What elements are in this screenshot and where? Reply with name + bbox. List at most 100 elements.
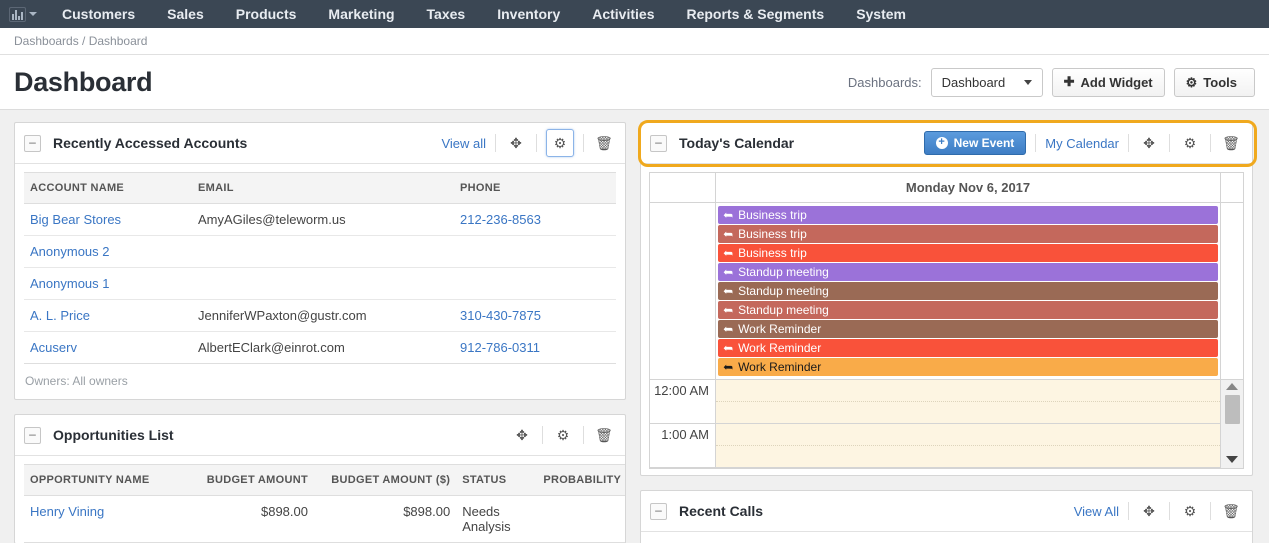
phone-link[interactable]: 212-236-8563 [460, 212, 541, 227]
account-link[interactable]: A. L. Price [30, 308, 90, 323]
trash-icon[interactable]: 🗑 [593, 132, 615, 154]
move-arrows-icon[interactable]: ✥ [1138, 500, 1160, 522]
divider [583, 426, 584, 444]
reply-arrow-icon: ➦ [723, 322, 734, 336]
chevron-down-icon [29, 12, 37, 16]
reply-arrow-icon: ➦ [723, 360, 734, 374]
calendar-event[interactable]: ➦ Business trip [718, 244, 1218, 262]
gear-icon[interactable]: ⚙ [1179, 500, 1201, 522]
trash-icon[interactable]: 🗑 [1220, 132, 1242, 154]
calendar-event[interactable]: ➦ Standup meeting [718, 301, 1218, 319]
widget-header: – Opportunities List ✥ ⚙ 🗑 [15, 415, 625, 456]
breadcrumb-text: Dashboards / Dashboard [14, 34, 148, 48]
calendar-right-gutter [1220, 203, 1243, 379]
nav-item-activities[interactable]: Activities [576, 0, 670, 28]
collapse-toggle[interactable]: – [24, 134, 41, 152]
calendar-event[interactable]: ➦ Work Reminder [718, 320, 1218, 338]
calendar-date-row: Monday Nov 6, 2017 [650, 173, 1243, 203]
scrollbar-thumb[interactable] [1224, 395, 1240, 424]
view-all-link[interactable]: View all [441, 136, 486, 151]
divider [495, 134, 496, 152]
move-arrows-icon[interactable]: ✥ [505, 132, 527, 154]
calendar-slot[interactable] [716, 424, 1220, 468]
calendar-date-header: Monday Nov 6, 2017 [716, 173, 1220, 202]
widget-title: Opportunities List [53, 427, 174, 443]
column-header-phone[interactable]: PHONE [454, 172, 616, 204]
column-header-account-name[interactable]: ACCOUNT NAME [24, 172, 192, 204]
cell-phone: 212-236-8563 [454, 203, 616, 236]
nav-item-reports-segments[interactable]: Reports & Segments [670, 0, 840, 28]
column-header-email[interactable]: EMAIL [192, 172, 454, 204]
app-logo-menu[interactable] [0, 0, 46, 28]
cell-email: AlbertEClark@einrot.com [192, 331, 454, 364]
collapse-toggle[interactable]: – [24, 426, 41, 444]
account-link[interactable]: Anonymous 2 [30, 244, 110, 259]
calendar-scrollbar[interactable] [1220, 380, 1243, 468]
calendar-event[interactable]: ➦ Standup meeting [718, 263, 1218, 281]
nav-label: Marketing [328, 6, 395, 22]
plus-icon: ✚ [1063, 74, 1075, 89]
new-event-button[interactable]: + New Event [923, 131, 1027, 155]
divider [1210, 134, 1211, 152]
calendar-event[interactable]: ➦ Business trip [718, 225, 1218, 243]
column-header-status[interactable]: STATUS [456, 464, 538, 496]
reply-arrow-icon: ➦ [723, 227, 734, 241]
calendar-slot-column[interactable] [716, 380, 1220, 468]
calendar-event[interactable]: ➦ Work Reminder [718, 358, 1218, 376]
nav-item-marketing[interactable]: Marketing [312, 0, 410, 28]
calendar-event[interactable]: ➦ Business trip [718, 206, 1218, 224]
tools-button[interactable]: ⚙ Tools [1173, 67, 1255, 97]
scroll-up-arrow-icon[interactable] [1226, 383, 1238, 390]
nav-label: Products [235, 6, 297, 22]
calendar-event[interactable]: ➦ Standup meeting [718, 282, 1218, 300]
opportunity-link[interactable]: Henry Vining [30, 504, 104, 519]
column-header-opportunity-name[interactable]: OPPORTUNITY NAME [24, 464, 189, 496]
trash-icon[interactable]: 🗑 [1220, 500, 1242, 522]
nav-item-inventory[interactable]: Inventory [481, 0, 576, 28]
nav-label: System [856, 6, 906, 22]
event-label: Work Reminder [738, 341, 822, 355]
calendar-slot[interactable] [716, 380, 1220, 424]
dashboard-select[interactable]: Dashboard [930, 67, 1043, 97]
nav-item-products[interactable]: Products [220, 0, 313, 28]
move-arrows-icon[interactable]: ✥ [511, 424, 533, 446]
nav-item-customers[interactable]: Customers [46, 0, 151, 28]
account-link[interactable]: Acuserv [30, 340, 77, 355]
trash-icon[interactable]: 🗑 [593, 424, 615, 446]
nav-item-sales[interactable]: Sales [151, 0, 220, 28]
move-arrows-icon[interactable]: ✥ [1138, 132, 1160, 154]
collapse-toggle[interactable]: – [650, 134, 667, 152]
nav-item-taxes[interactable]: Taxes [411, 0, 482, 28]
cell-budget-amount: $898.00 [188, 495, 314, 543]
collapse-toggle[interactable]: – [650, 502, 667, 520]
add-widget-button[interactable]: ✚ Add Widget [1051, 67, 1165, 97]
event-label: Standup meeting [738, 265, 829, 279]
reply-arrow-icon: ➦ [723, 284, 734, 298]
reply-arrow-icon: ➦ [723, 303, 734, 317]
nav-label: Sales [167, 6, 204, 22]
cell-status: Needs Analysis [456, 495, 538, 543]
account-link[interactable]: Big Bear Stores [30, 212, 121, 227]
my-calendar-link[interactable]: My Calendar [1045, 136, 1119, 151]
gear-icon[interactable]: ⚙ [1179, 132, 1201, 154]
divider [536, 134, 537, 152]
time-label: 12:00 AM [650, 380, 715, 424]
phone-link[interactable]: 310-430-7875 [460, 308, 541, 323]
column-header-budget-amount[interactable]: BUDGET AMOUNT [188, 464, 314, 496]
gear-icon[interactable]: ⚙ [546, 129, 574, 157]
nav-item-system[interactable]: System [840, 0, 922, 28]
column-header-probability[interactable]: PROBABILITY [537, 464, 625, 496]
account-link[interactable]: Anonymous 1 [30, 276, 110, 291]
calendar-event[interactable]: ➦ Work Reminder [718, 339, 1218, 357]
event-label: Business trip [738, 246, 807, 260]
column-header-budget-amount-usd[interactable]: BUDGET AMOUNT ($) [313, 464, 457, 496]
gear-icon[interactable]: ⚙ [552, 424, 574, 446]
calendar-time-grid: 12:00 AM 1:00 AM [650, 380, 1243, 468]
scroll-down-arrow-icon[interactable] [1226, 456, 1238, 463]
table-row: Henry Vining $898.00 $898.00 Needs Analy… [24, 495, 625, 543]
view-all-link[interactable]: View All [1074, 504, 1119, 519]
page-header: Dashboard Dashboards: Dashboard ✚ Add Wi… [0, 55, 1269, 110]
widget-toolbar: View all ✥ ⚙ 🗑 [441, 129, 615, 157]
dashboard-column-left: – Recently Accessed Accounts View all ✥ … [14, 122, 626, 543]
phone-link[interactable]: 912-786-0311 [460, 340, 540, 355]
